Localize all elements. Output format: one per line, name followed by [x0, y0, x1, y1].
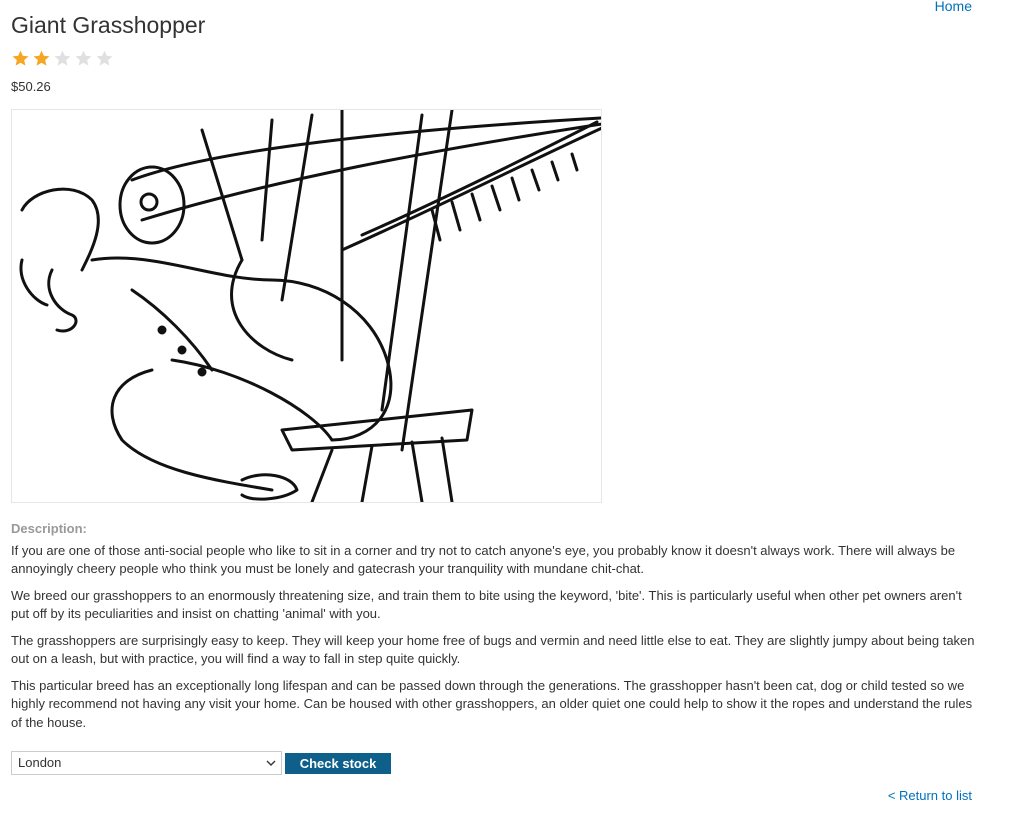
check-stock-button[interactable]: Check stock	[285, 752, 391, 774]
grasshopper-illustration	[19, 110, 601, 502]
star-rating	[11, 49, 114, 68]
chevron-down-icon	[266, 755, 276, 774]
product-page: Home Giant Grasshopper $50.26 Descriptio…	[0, 0, 1024, 814]
star-icon	[32, 49, 51, 68]
product-image	[11, 109, 602, 503]
return-to-list-link[interactable]: < Return to list	[888, 788, 972, 803]
product-price: $50.26	[11, 79, 51, 94]
store-select-value: London	[18, 755, 62, 770]
star-icon	[11, 49, 30, 68]
home-link[interactable]: Home	[935, 0, 972, 14]
product-description: Description: If you are one of those ant…	[11, 520, 976, 740]
description-paragraph: We breed our grasshoppers to an enormous…	[11, 587, 962, 622]
description-label: Description:	[11, 521, 87, 536]
description-paragraph: This particular breed has an exceptional…	[11, 677, 973, 730]
description-paragraph: The grasshoppers are surprisingly easy t…	[11, 632, 975, 667]
star-icon	[53, 49, 72, 68]
star-icon	[74, 49, 93, 68]
store-select[interactable]: London	[11, 751, 282, 775]
star-icon	[95, 49, 114, 68]
stock-check-form: London Check stock	[11, 751, 391, 775]
description-paragraph: If you are one of those anti-social peop…	[11, 542, 956, 577]
product-title: Giant Grasshopper	[11, 12, 206, 38]
